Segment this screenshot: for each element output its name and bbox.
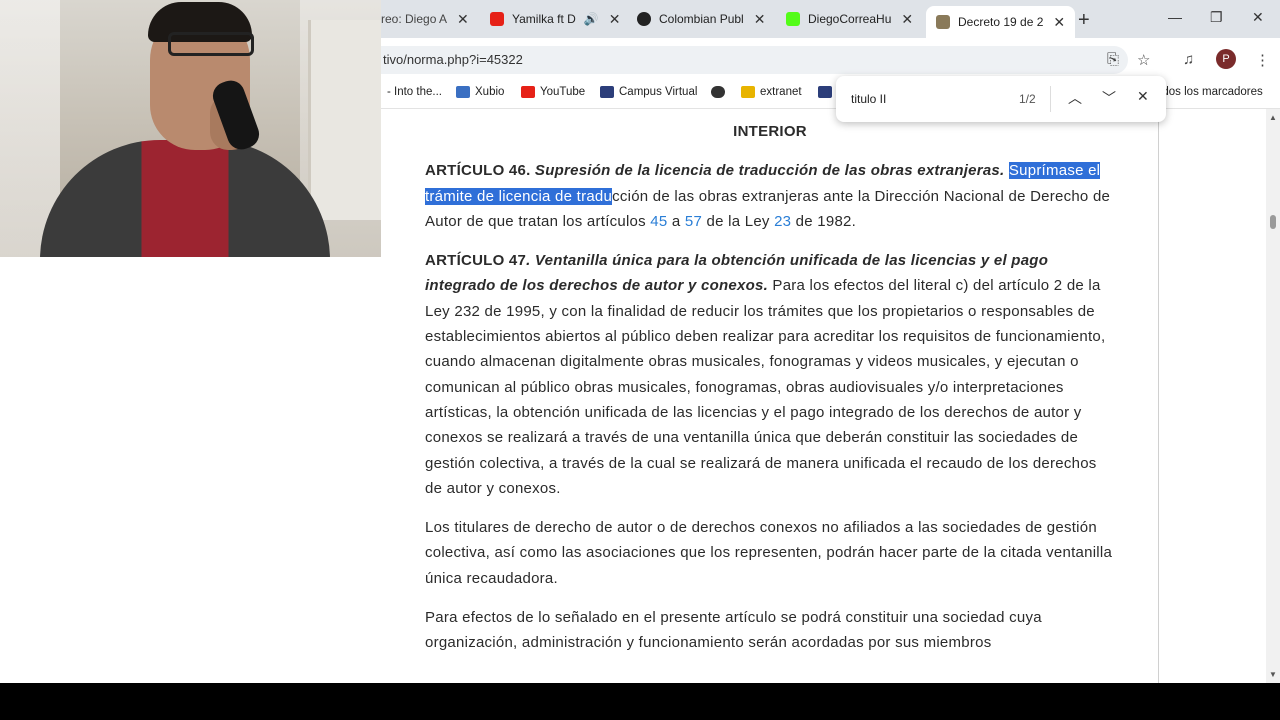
- article-46-connector: a: [667, 212, 685, 230]
- scroll-down-icon[interactable]: ▼: [1269, 670, 1277, 679]
- menu-kebab-icon[interactable]: ⋮: [1255, 51, 1270, 69]
- tab-3[interactable]: Colombian Publ ✕: [637, 6, 765, 32]
- media-control-icon[interactable]: ♫: [1183, 51, 1194, 68]
- kick-icon: [786, 12, 800, 26]
- bookmark-label: - Into the...: [387, 86, 442, 98]
- tab-3-label: Colombian Publ: [659, 12, 744, 26]
- bookmark-campus-virtual[interactable]: Campus Virtual: [600, 86, 697, 98]
- link-article-57[interactable]: 57: [685, 213, 702, 230]
- paragraph-titulares: Los titulares de derecho de autor o de d…: [425, 519, 1113, 587]
- find-match-count: 1/2: [1019, 92, 1036, 106]
- article-47-number: ARTÍCULO 47: [425, 252, 527, 270]
- xubio-icon: [456, 86, 470, 98]
- bookmark-label: extranet: [760, 86, 802, 98]
- restore-icon[interactable]: ❐: [1210, 9, 1223, 26]
- speaker-icon[interactable]: 🔊: [584, 12, 599, 26]
- bookmark-label: Campus Virtual: [619, 86, 698, 98]
- bookmark-campus-2[interactable]: [818, 86, 837, 98]
- scroll-thumb[interactable]: [1270, 215, 1276, 229]
- article-46: ARTÍCULO 46. Supresión de la licencia de…: [425, 158, 1115, 234]
- tab-close-icon[interactable]: ✕: [609, 11, 621, 28]
- globe-icon: [711, 86, 725, 98]
- article-47-body: Para los efectos del literal c) del artí…: [425, 277, 1106, 497]
- tab-2[interactable]: Yamilka ft D 🔊 ✕: [490, 6, 620, 32]
- tab-close-icon[interactable]: ✕: [901, 11, 913, 28]
- link-article-45[interactable]: 45: [650, 213, 667, 230]
- find-divider: [1050, 86, 1051, 112]
- youtube-icon: [521, 86, 535, 98]
- find-close-icon[interactable]: ✕: [1137, 88, 1149, 105]
- bookmark-label: odos los marcadores: [1156, 86, 1263, 98]
- document-text: INTERIOR ARTÍCULO 46. Supresión de la li…: [425, 119, 1115, 670]
- find-input[interactable]: titulo II: [851, 92, 886, 106]
- tab-close-icon[interactable]: ✕: [1053, 14, 1065, 31]
- tab-5-active[interactable]: Decreto 19 de 2 ✕: [926, 6, 1076, 38]
- close-window-icon[interactable]: ✕: [1252, 9, 1264, 26]
- taskbar: [0, 683, 1280, 720]
- bookmark-globe[interactable]: [711, 86, 730, 98]
- webcam-glasses: [168, 32, 254, 56]
- youtube-icon: [490, 12, 504, 26]
- find-previous-icon[interactable]: ︿: [1068, 88, 1082, 108]
- article-46-title: Supresión de la licencia de traducción d…: [530, 162, 1005, 180]
- find-in-page-bar: titulo II 1/2 ︿ ﹀ ✕: [836, 76, 1166, 122]
- tab-4[interactable]: DiegoCorreaHu ✕: [786, 6, 913, 32]
- bookmark-label: YouTube: [540, 86, 586, 98]
- tab-close-icon[interactable]: ✕: [457, 11, 469, 28]
- bookmark-into-the[interactable]: - Into the...: [387, 86, 442, 98]
- site-shield-icon: [936, 15, 950, 29]
- minimize-icon[interactable]: —: [1168, 9, 1182, 25]
- tab-strip: reo: Diego A ✕ Yamilka ft D 🔊 ✕ Colombia…: [381, 0, 1280, 38]
- tab-2-label: Yamilka ft D: [512, 12, 576, 26]
- address-bar[interactable]: tivo/norma.php?i=45322: [381, 46, 1128, 74]
- bookmark-extranet[interactable]: extranet: [741, 86, 802, 98]
- tab-1[interactable]: reo: Diego A ✕: [381, 6, 469, 32]
- link-ley-23[interactable]: 23: [774, 213, 791, 230]
- new-tab-icon[interactable]: +: [1078, 9, 1090, 32]
- campus-icon: [600, 86, 614, 98]
- tab-close-icon[interactable]: ✕: [754, 11, 766, 28]
- section-title: INTERIOR: [733, 123, 807, 140]
- podcast-icon: [637, 12, 651, 26]
- campus-icon: [818, 86, 832, 98]
- tab-5-label: Decreto 19 de 2: [958, 15, 1044, 29]
- bookmark-star-icon[interactable]: ☆: [1137, 51, 1150, 69]
- document-column: INTERIOR ARTÍCULO 46. Supresión de la li…: [381, 109, 1159, 683]
- webcam-overlay: [0, 0, 381, 257]
- extranet-icon: [741, 86, 755, 98]
- page-find-icon[interactable]: ⎘: [1107, 51, 1119, 68]
- page-content: INTERIOR ARTÍCULO 46. Supresión de la li…: [381, 109, 1280, 683]
- bookmark-youtube[interactable]: YouTube: [521, 86, 585, 98]
- all-bookmarks[interactable]: odos los marcadores: [1156, 86, 1263, 98]
- article-46-end: de 1982.: [791, 212, 857, 230]
- article-46-number: ARTÍCULO 46.: [425, 162, 531, 180]
- article-46-connector-2: de la Ley: [702, 212, 775, 230]
- tab-1-label: reo: Diego A: [381, 12, 448, 26]
- profile-avatar[interactable]: P: [1216, 49, 1236, 69]
- webcam-shelf: [308, 20, 381, 220]
- bookmark-label: Xubio: [475, 86, 505, 98]
- paragraph-sociedad: Para efectos de lo señalado en el presen…: [425, 609, 1042, 652]
- bookmark-xubio[interactable]: Xubio: [456, 86, 504, 98]
- page-scrollbar[interactable]: ▲ ▼: [1266, 109, 1280, 683]
- browser-window: reo: Diego A ✕ Yamilka ft D 🔊 ✕ Colombia…: [381, 0, 1280, 683]
- scroll-up-icon[interactable]: ▲: [1269, 113, 1277, 122]
- desktop-blank-area: [0, 257, 381, 683]
- address-toolbar: tivo/norma.php?i=45322 ⎘ ☆ ♫ P ⋮: [381, 38, 1280, 80]
- tab-4-label: DiegoCorreaHu: [808, 12, 892, 26]
- find-next-icon[interactable]: ﹀: [1102, 88, 1116, 108]
- article-47: ARTÍCULO 47. Ventanilla única para la ob…: [425, 248, 1115, 501]
